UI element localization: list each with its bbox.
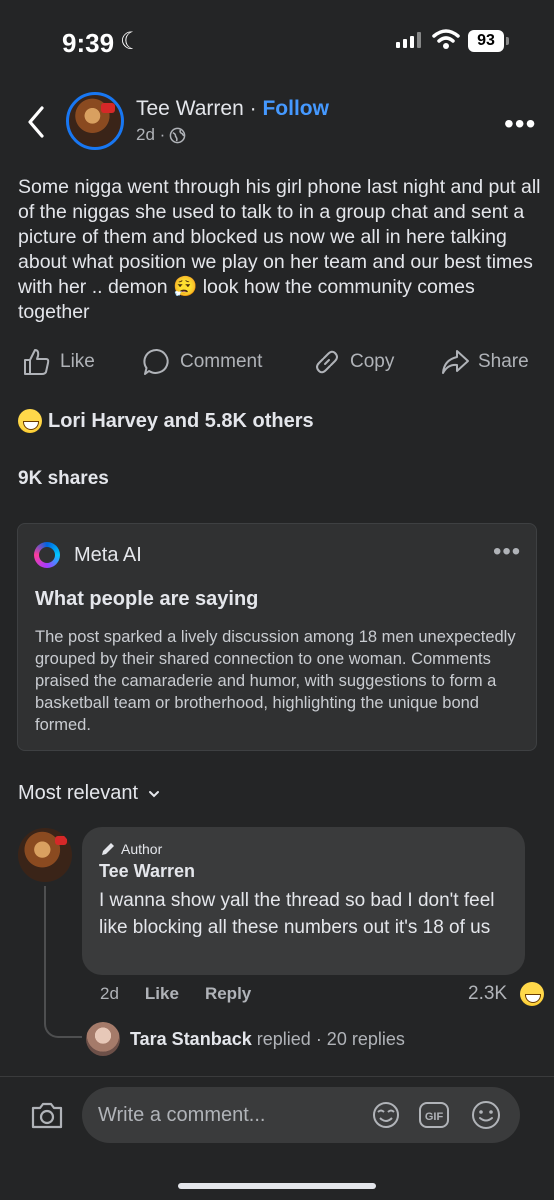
avatar-sticker-icon[interactable] — [370, 1100, 402, 1130]
share-count[interactable]: 9K shares — [18, 468, 109, 490]
share-button[interactable]: Share — [440, 347, 529, 377]
ai-card-more-icon[interactable]: ••• — [493, 538, 521, 566]
post-action-bar: Like Comment Copy Share — [0, 347, 554, 383]
post-age: 2d · — [136, 125, 166, 144]
svg-text:GIF: GIF — [425, 1111, 444, 1123]
comment-bubble: Author Tee Warren I wanna show yall the … — [82, 827, 525, 975]
replier-name: Tara Stanback — [130, 1028, 252, 1049]
clock: 9:39 — [62, 28, 115, 58]
post-author: Tee Warren · Follow — [136, 97, 329, 121]
author-badge: Author — [100, 841, 162, 857]
comment-button[interactable]: Comment — [142, 347, 262, 377]
chevron-down-icon — [149, 790, 160, 797]
comment-composer: GIF — [82, 1087, 520, 1143]
replied-text: replied — [256, 1028, 311, 1049]
reply-preview[interactable]: Tara Stanback replied · 20 replies — [86, 1022, 405, 1056]
replier-avatar — [86, 1022, 120, 1056]
comment-haha-icon — [520, 982, 544, 1006]
comment-like-button[interactable]: Like — [145, 984, 179, 1004]
ai-card-body: The post sparked a lively discussion amo… — [35, 628, 516, 734]
focus-moon-icon: ☾ — [120, 28, 142, 55]
post-body: Some nigga went through his girl phone l… — [18, 176, 541, 323]
sort-label: Most relevant — [18, 782, 139, 804]
post-meta: 2d · — [136, 125, 186, 145]
comment-input[interactable] — [98, 1101, 358, 1129]
comment-age: 2d — [100, 984, 119, 1003]
follow-button[interactable]: Follow — [262, 97, 329, 120]
globe-icon — [169, 127, 186, 143]
battery-indicator: 93 — [468, 30, 504, 52]
comment-text: I wanna show yall the thread so bad I do… — [99, 890, 495, 938]
gif-icon[interactable]: GIF — [418, 1100, 450, 1130]
meta-ai-logo-icon — [34, 542, 60, 568]
like-button[interactable]: Like — [22, 347, 95, 377]
ai-card-title: What people are saying — [35, 588, 259, 610]
like-label: Like — [60, 351, 95, 372]
camera-icon[interactable] — [30, 1100, 64, 1130]
author-avatar[interactable] — [66, 92, 124, 150]
reaction-text: Lori Harvey and 5.8K others — [48, 409, 314, 432]
meta-ai-summary-card: Meta AI ••• What people are saying The p… — [17, 523, 537, 751]
name-separator: · — [249, 97, 257, 120]
composer-divider — [0, 1076, 554, 1077]
comment-sort-dropdown[interactable]: Most relevant — [18, 782, 160, 805]
comment-reply-button[interactable]: Reply — [205, 984, 251, 1004]
copy-label: Copy — [350, 351, 395, 372]
reply-count: · 20 replies — [315, 1028, 405, 1049]
emoji-icon[interactable] — [470, 1100, 502, 1130]
reaction-summary[interactable]: Lori Harvey and 5.8K others — [18, 409, 314, 433]
cellular-signal-icon — [396, 32, 421, 48]
reply-thread-line — [44, 886, 82, 1038]
comment-meta: 2d Like Reply — [100, 984, 251, 1004]
haha-reaction-icon — [18, 409, 42, 433]
link-icon — [316, 350, 338, 374]
wifi-icon — [432, 29, 460, 49]
status-bar: 9:39 ☾ 93 — [0, 0, 554, 84]
comment-reaction-count[interactable]: 2.3K — [468, 983, 507, 1005]
pencil-icon — [102, 843, 114, 855]
author-badge-label: Author — [121, 841, 163, 857]
home-indicator — [178, 1183, 376, 1189]
comment-bubble-icon — [143, 348, 169, 375]
comment-label: Comment — [180, 351, 263, 372]
back-chevron-icon[interactable] — [22, 104, 52, 140]
commenter-avatar[interactable] — [18, 828, 72, 882]
battery-tip — [506, 37, 509, 45]
comment-author-name[interactable]: Tee Warren — [99, 861, 195, 882]
share-arrow-icon — [442, 350, 469, 374]
meta-ai-label: Meta AI — [74, 544, 142, 566]
thumbs-up-icon — [24, 349, 50, 375]
post-more-options-icon[interactable]: ••• — [504, 108, 536, 140]
author-name-link[interactable]: Tee Warren — [136, 97, 244, 120]
share-label: Share — [478, 351, 529, 372]
copy-button[interactable]: Copy — [312, 347, 394, 377]
